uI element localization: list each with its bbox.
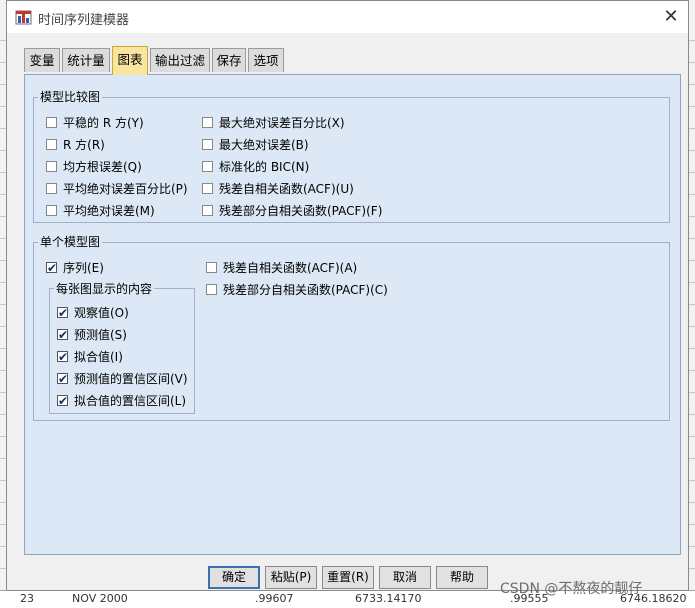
checkbox-box[interactable] bbox=[46, 259, 57, 277]
ok-button[interactable]: 确定 bbox=[208, 566, 260, 589]
checkbox-single-residual-pacf[interactable]: 残差部分自相关函数(PACF)(C) bbox=[206, 281, 388, 299]
cancel-button[interactable]: 取消 bbox=[379, 566, 431, 589]
checkbox-mape[interactable]: 平均绝对误差百分比(P) bbox=[46, 180, 188, 198]
checkbox-mae[interactable]: 平均绝对误差(M) bbox=[46, 202, 155, 220]
checkbox-series[interactable]: 序列(E) bbox=[46, 259, 104, 277]
checkbox-fit[interactable]: 拟合值(I) bbox=[57, 348, 123, 366]
checkbox-maxape[interactable]: 最大绝对误差百分比(X) bbox=[202, 114, 345, 132]
tab-variables[interactable]: 变量 bbox=[24, 48, 60, 72]
checkbox-label: 残差自相关函数(ACF)(U) bbox=[219, 182, 354, 196]
checkbox-box[interactable] bbox=[202, 139, 213, 150]
checkbox-label: 预测值(S) bbox=[74, 328, 127, 342]
row-value-1: .99607 bbox=[255, 592, 294, 605]
checkbox-label: 拟合值的置信区间(L) bbox=[74, 394, 187, 408]
checkbox-r-squared[interactable]: R 方(R) bbox=[46, 136, 105, 154]
tab-statistics[interactable]: 统计量 bbox=[62, 48, 110, 72]
tab-plots[interactable]: 图表 bbox=[112, 46, 148, 75]
row-value-2: 6733.14170 bbox=[355, 592, 422, 605]
checkbox-label: 残差部分自相关函数(PACF)(C) bbox=[223, 283, 388, 297]
checkbox-box[interactable] bbox=[57, 304, 68, 322]
tab-output-filter[interactable]: 输出过滤 bbox=[150, 48, 210, 72]
row-number: 23 bbox=[20, 592, 34, 605]
checkbox-box[interactable] bbox=[46, 183, 57, 194]
model-comparison-title: 模型比较图 bbox=[38, 90, 103, 104]
tab-options[interactable]: 选项 bbox=[248, 48, 284, 72]
checkbox-single-residual-acf[interactable]: 残差自相关函数(ACF)(A) bbox=[206, 259, 357, 277]
checkbox-residual-acf[interactable]: 残差自相关函数(ACF)(U) bbox=[202, 180, 354, 198]
checkbox-box[interactable] bbox=[202, 117, 213, 128]
checkbox-label: 最大绝对误差百分比(X) bbox=[219, 116, 345, 130]
close-icon: ✕ bbox=[663, 6, 679, 27]
window-title: 时间序列建模器 bbox=[38, 13, 130, 28]
checkbox-label: 残差部分自相关函数(PACF)(F) bbox=[219, 204, 383, 218]
title-bar: 时间序列建模器 ✕ bbox=[7, 1, 688, 33]
plots-panel: 模型比较图 平稳的 R 方(Y) R 方(R) 均方根误差(Q) 平均绝对误差百… bbox=[24, 74, 681, 555]
checkbox-box[interactable] bbox=[57, 392, 68, 410]
checkbox-fit-ci[interactable]: 拟合值的置信区间(L) bbox=[57, 392, 186, 410]
checkbox-label: 拟合值(I) bbox=[74, 350, 123, 364]
checkbox-box[interactable] bbox=[202, 161, 213, 172]
tab-save[interactable]: 保存 bbox=[212, 48, 246, 72]
checkbox-box[interactable] bbox=[57, 348, 68, 366]
checkbox-label: 残差自相关函数(ACF)(A) bbox=[223, 261, 358, 275]
checkbox-box[interactable] bbox=[46, 205, 57, 216]
checkbox-box[interactable] bbox=[202, 183, 213, 194]
checkbox-label: R 方(R) bbox=[63, 138, 105, 152]
checkbox-box[interactable] bbox=[202, 205, 213, 216]
app-icon bbox=[15, 8, 32, 25]
model-comparison-group: 模型比较图 平稳的 R 方(Y) R 方(R) 均方根误差(Q) 平均绝对误差百… bbox=[33, 90, 670, 223]
checkbox-label: 观察值(O) bbox=[74, 306, 129, 320]
checkbox-box[interactable] bbox=[46, 139, 57, 150]
checkbox-label: 平稳的 R 方(Y) bbox=[63, 116, 144, 130]
checkbox-forecast-ci[interactable]: 预测值的置信区间(V) bbox=[57, 370, 188, 388]
checkbox-normalized-bic[interactable]: 标准化的 BIC(N) bbox=[202, 158, 309, 176]
checkbox-label: 平均绝对误差百分比(P) bbox=[63, 182, 188, 196]
checkbox-stationary-r-squared[interactable]: 平稳的 R 方(Y) bbox=[46, 114, 144, 132]
checkbox-box[interactable] bbox=[57, 326, 68, 344]
single-model-group: 单个模型图 序列(E) 每张图显示的内容 观察值(O) 预测值(S) 拟合值(I… bbox=[33, 235, 670, 421]
single-model-title: 单个模型图 bbox=[38, 235, 103, 249]
per-plot-content-group: 每张图显示的内容 观察值(O) 预测值(S) 拟合值(I) 预测值的置信区间(V… bbox=[49, 282, 195, 414]
checkbox-maxae[interactable]: 最大绝对误差(B) bbox=[202, 136, 309, 154]
checkbox-label: 平均绝对误差(M) bbox=[63, 204, 155, 218]
row-date: NOV 2000 bbox=[72, 592, 128, 605]
checkbox-label: 预测值的置信区间(V) bbox=[74, 372, 188, 386]
checkbox-box[interactable] bbox=[206, 284, 217, 295]
watermark: CSDN @不熬夜的靓仔 bbox=[500, 581, 643, 597]
checkbox-label: 均方根误差(Q) bbox=[63, 160, 142, 174]
checkbox-observed[interactable]: 观察值(O) bbox=[57, 304, 129, 322]
checkbox-box[interactable] bbox=[46, 161, 57, 172]
checkbox-forecast[interactable]: 预测值(S) bbox=[57, 326, 127, 344]
checkbox-label: 序列(E) bbox=[63, 261, 104, 275]
help-button[interactable]: 帮助 bbox=[436, 566, 488, 589]
per-plot-content-title: 每张图显示的内容 bbox=[54, 282, 155, 296]
checkbox-box[interactable] bbox=[46, 117, 57, 128]
time-series-modeler-dialog: 时间序列建模器 ✕ 变量 统计量 图表 输出过滤 保存 选项 模型比较图 平稳的… bbox=[6, 0, 689, 591]
checkbox-rmse[interactable]: 均方根误差(Q) bbox=[46, 158, 142, 176]
paste-button[interactable]: 粘贴(P) bbox=[265, 566, 317, 589]
checkbox-label: 标准化的 BIC(N) bbox=[219, 160, 310, 174]
reset-button[interactable]: 重置(R) bbox=[322, 566, 374, 589]
close-button[interactable]: ✕ bbox=[659, 5, 683, 29]
checkbox-label: 最大绝对误差(B) bbox=[219, 138, 309, 152]
checkbox-residual-pacf[interactable]: 残差部分自相关函数(PACF)(F) bbox=[202, 202, 382, 220]
checkbox-box[interactable] bbox=[206, 262, 217, 273]
checkbox-box[interactable] bbox=[57, 370, 68, 388]
